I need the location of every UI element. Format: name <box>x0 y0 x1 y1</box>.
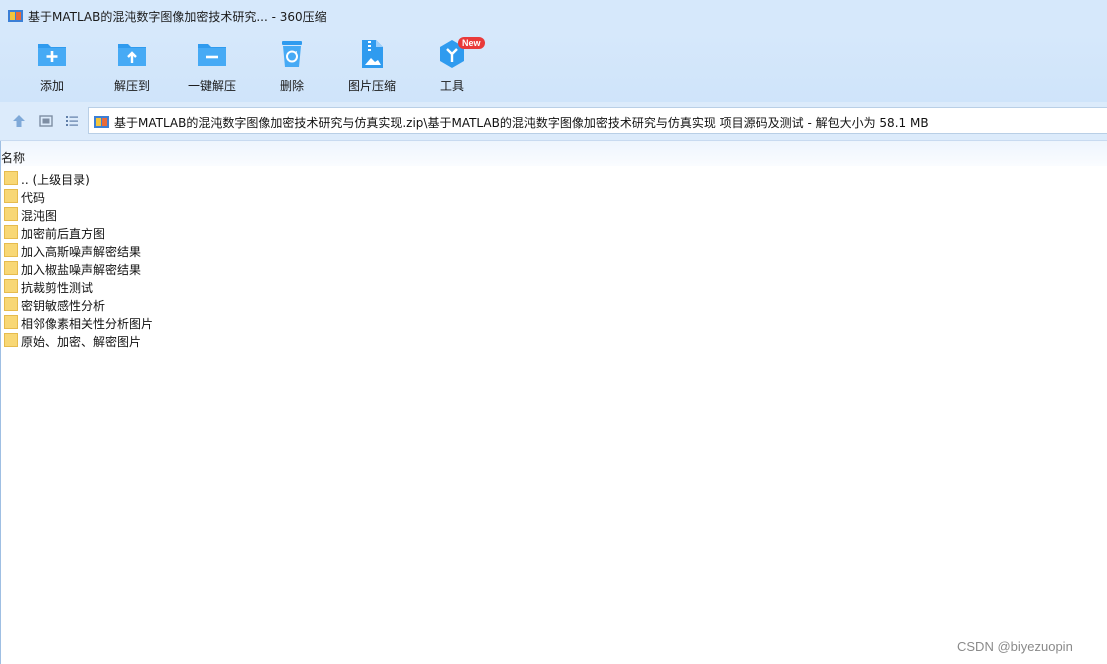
folder-icon <box>4 261 18 275</box>
folder-icon <box>4 243 18 257</box>
folder-icon <box>4 225 18 239</box>
image-compress-icon <box>362 40 383 68</box>
folder-icon <box>4 315 18 329</box>
list-item[interactable]: 加入椒盐噪声解密结果 <box>0 259 1107 277</box>
title-bar: 基于MATLAB的混沌数字图像加密技术研究... - 360压缩 <box>0 0 1107 32</box>
list-item-label: 相邻像素相关性分析图片 <box>21 317 154 331</box>
new-badge: New <box>458 37 485 49</box>
folder-icon <box>4 189 18 203</box>
navigation-bar: 基于MATLAB的混沌数字图像加密技术研究与仿真实现.zip\基于MATLAB的… <box>0 102 1107 141</box>
list-item[interactable]: 抗裁剪性测试 <box>0 277 1107 295</box>
list-item-label: 加入椒盐噪声解密结果 <box>21 263 142 277</box>
folder-icon <box>4 333 18 347</box>
tools-button[interactable]: New 工具 <box>412 37 492 98</box>
archive-icon <box>8 10 23 22</box>
add-folder-icon <box>38 44 66 66</box>
list-item-label: 加入高斯噪声解密结果 <box>21 245 142 259</box>
archive-icon <box>94 116 109 128</box>
one-click-extract-icon <box>198 44 226 66</box>
list-item-label: 加密前后直方图 <box>21 227 106 241</box>
list-item-label: .. (上级目录) <box>21 173 90 187</box>
list-item[interactable]: 密钥敏感性分析 <box>0 295 1107 313</box>
watermark: CSDN @biyezuopin <box>957 639 1073 654</box>
list-item-label: 密钥敏感性分析 <box>21 299 106 313</box>
up-arrow-icon[interactable] <box>12 114 26 128</box>
folder-icon <box>4 171 18 185</box>
address-path: 基于MATLAB的混沌数字图像加密技术研究与仿真实现.zip\基于MATLAB的… <box>114 116 929 130</box>
extract-to-label: 解压到 <box>113 79 150 93</box>
recycle-bin-icon <box>282 41 302 67</box>
delete-label: 删除 <box>279 79 304 93</box>
list-item[interactable]: 代码 <box>0 187 1107 205</box>
extract-to-button[interactable]: 解压到 <box>92 38 172 98</box>
one-click-extract-label: 一键解压 <box>187 79 236 93</box>
list-item-label: 代码 <box>21 191 46 205</box>
list-item-parent-directory[interactable]: .. (上级目录) <box>0 169 1107 187</box>
column-header-name[interactable]: 名称 <box>0 141 1107 166</box>
one-click-extract-button[interactable]: 一键解压 <box>172 38 252 98</box>
folder-icon <box>4 279 18 293</box>
address-bar[interactable]: 基于MATLAB的混沌数字图像加密技术研究与仿真实现.zip\基于MATLAB的… <box>88 107 1107 134</box>
list-item[interactable]: 原始、加密、解密图片 <box>0 331 1107 349</box>
image-compress-button[interactable]: 图片压缩 <box>332 38 412 98</box>
window-title: 基于MATLAB的混沌数字图像加密技术研究... - 360压缩 <box>28 10 327 24</box>
toolbar: 添加 解压到 一键解压 删除 图片压缩 New 工具 <box>0 32 1107 102</box>
column-header-label: 名称 <box>1 151 26 165</box>
folder-icon <box>4 297 18 311</box>
list-item[interactable]: 混沌图 <box>0 205 1107 223</box>
list-item-label: 混沌图 <box>21 209 58 223</box>
tools-label: 工具 <box>439 79 464 93</box>
folder-icon <box>4 207 18 221</box>
list-view-icon[interactable] <box>65 114 79 128</box>
list-item[interactable]: 相邻像素相关性分析图片 <box>0 313 1107 331</box>
add-button[interactable]: 添加 <box>12 38 92 98</box>
add-label: 添加 <box>39 79 64 93</box>
image-compress-label: 图片压缩 <box>347 79 396 93</box>
list-item[interactable]: 加密前后直方图 <box>0 223 1107 241</box>
delete-button[interactable]: 删除 <box>252 38 332 98</box>
window-border <box>0 141 1 664</box>
thumbnail-view-icon[interactable] <box>39 114 53 128</box>
list-item-label: 原始、加密、解密图片 <box>21 335 142 349</box>
list-item[interactable]: 加入高斯噪声解密结果 <box>0 241 1107 259</box>
extract-to-icon <box>118 44 146 66</box>
list-item-label: 抗裁剪性测试 <box>21 281 94 295</box>
file-list: .. (上级目录) 代码 混沌图 加密前后直方图 加入高斯噪声解密结果 加入椒盐… <box>0 169 1107 349</box>
